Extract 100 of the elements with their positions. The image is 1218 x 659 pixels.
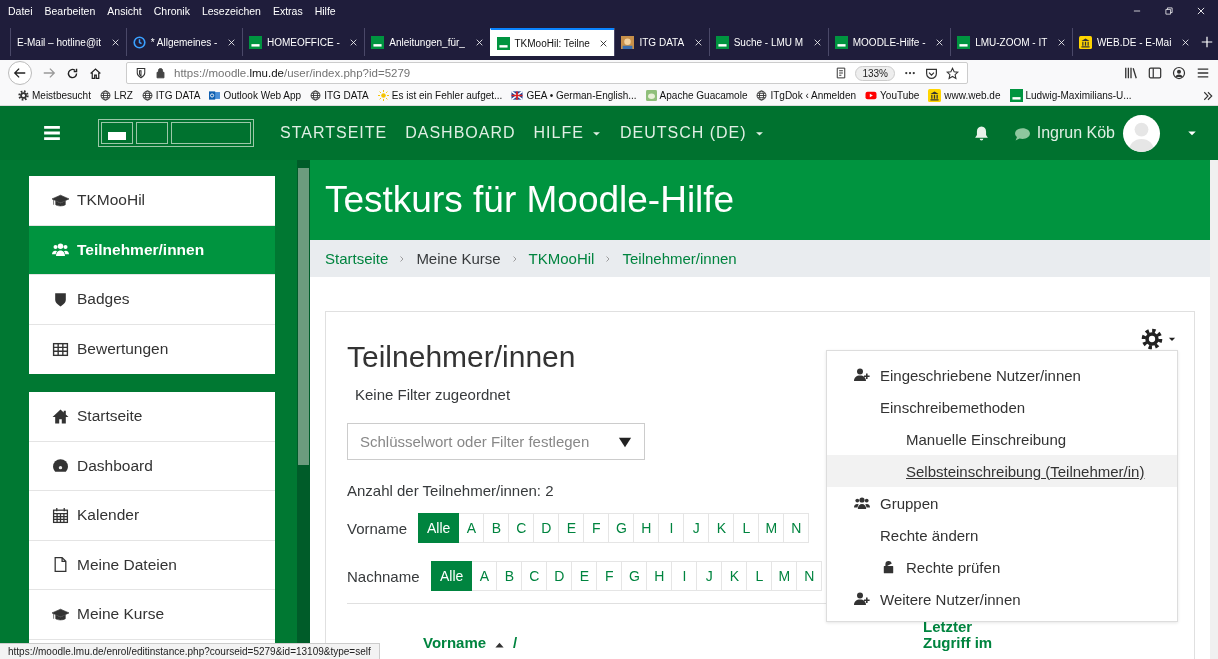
initial-button[interactable]: H — [647, 561, 673, 591]
actions-menu-button[interactable] — [1141, 328, 1177, 350]
sidebar-item[interactable]: Badges — [29, 275, 275, 325]
sort-arrow-icon[interactable] — [494, 640, 506, 651]
initial-button[interactable]: M — [772, 561, 798, 591]
browser-tab[interactable]: ITG DATA — [614, 28, 709, 56]
menu-item[interactable]: Gruppen — [827, 487, 1177, 519]
sidebar-item[interactable]: Teilnehmer/innen — [29, 225, 275, 275]
menu-item[interactable]: Extras — [270, 5, 305, 17]
menu-item[interactable]: Chronik — [151, 5, 192, 17]
initial-button[interactable]: N — [797, 561, 823, 591]
close-icon[interactable] — [812, 37, 822, 47]
initial-button[interactable]: I — [659, 513, 685, 543]
menu-item[interactable]: Lesezeichen — [199, 5, 263, 17]
nav-link[interactable]: HILFE — [533, 124, 602, 142]
bookmark[interactable]: ITG DATA — [310, 90, 369, 101]
bookmark[interactable]: Es ist ein Fehler aufget... — [377, 90, 503, 101]
initial-button[interactable]: B — [484, 513, 510, 543]
home-icon[interactable] — [89, 66, 102, 80]
menu-item[interactable]: Selbsteinschreibung (Teilnehmer/in) — [827, 455, 1177, 487]
user-name[interactable]: Ingrun Köb — [1036, 124, 1115, 142]
initial-button[interactable]: L — [734, 513, 760, 543]
initial-button[interactable]: B — [497, 561, 523, 591]
sidebar-item[interactable]: Bewertungen — [29, 324, 275, 374]
initial-button[interactable]: Alle — [431, 561, 473, 591]
user-avatar[interactable] — [1123, 114, 1160, 152]
menu-item[interactable]: Rechte prüfen — [827, 551, 1177, 583]
column-header[interactable]: Vorname — [423, 635, 487, 651]
menu-icon[interactable] — [1196, 66, 1210, 80]
menu-item[interactable]: Hilfe — [312, 5, 338, 17]
initial-button[interactable]: G — [609, 513, 635, 543]
browser-tab[interactable]: MOODLE-Hilfe - — [827, 28, 951, 56]
bookmark[interactable]: LRZ — [99, 90, 133, 101]
bookmark[interactable]: Meistbesucht — [18, 90, 91, 101]
sidebar-item[interactable]: Meine Kurse — [29, 590, 275, 640]
scrollbar-thumb[interactable] — [298, 168, 309, 465]
zoom-level[interactable]: 133% — [855, 65, 895, 81]
more-bookmarks-icon[interactable] — [1202, 89, 1214, 102]
initial-button[interactable]: D — [547, 561, 573, 591]
new-tab-icon[interactable] — [1200, 36, 1213, 48]
column-header[interactable]: Letzter Zugriff im — [923, 619, 1003, 651]
menu-item[interactable]: Eingeschriebene Nutzer/innen — [827, 359, 1177, 391]
back-button[interactable] — [8, 61, 32, 85]
browser-tab[interactable]: * Allgemeines - — [125, 28, 242, 56]
browser-tab[interactable]: Anleitungen_für_ — [364, 28, 490, 56]
account-icon[interactable] — [1172, 66, 1186, 80]
browser-tab[interactable]: Suche - LMU M — [708, 28, 828, 56]
browser-tab[interactable]: E-Mail – hotline@it — [10, 28, 126, 56]
sidebar-item[interactable]: TKMooHil — [29, 176, 275, 226]
browser-tab[interactable]: WEB.DE - E-Mai — [1071, 28, 1196, 56]
browser-tab[interactable]: LMU-ZOOM - IT — [950, 28, 1072, 56]
sidebar-item[interactable]: Startseite — [29, 392, 275, 442]
close-icon[interactable] — [226, 37, 236, 47]
initial-button[interactable]: K — [709, 513, 735, 543]
pocket-icon[interactable] — [925, 66, 938, 80]
bell-icon[interactable] — [972, 124, 990, 142]
bookmark[interactable]: ITgDok ‹ Anmelden — [756, 90, 857, 101]
initial-button[interactable]: A — [459, 513, 485, 543]
menu-item[interactable]: Ansicht — [105, 5, 144, 17]
browser-tab[interactable]: HOMEOFFICE - — [241, 28, 365, 56]
reload-icon[interactable] — [66, 66, 79, 80]
close-icon[interactable] — [693, 37, 703, 47]
menu-item[interactable]: Bearbeiten — [42, 5, 98, 17]
reader-view-icon[interactable] — [835, 67, 848, 79]
bookmark[interactable]: Outlook Web App — [209, 90, 302, 101]
nav-link[interactable]: DASHBOARD — [405, 124, 516, 142]
bookmark[interactable]: Ludwig-Maximilians-U... — [1009, 89, 1132, 102]
initial-button[interactable]: E — [572, 561, 598, 591]
bookmark[interactable]: YouTube — [865, 90, 920, 101]
library-icon[interactable] — [1124, 66, 1138, 80]
initial-button[interactable]: F — [584, 513, 610, 543]
initial-button[interactable]: M — [759, 513, 785, 543]
star-icon[interactable] — [946, 66, 959, 80]
close-icon[interactable] — [599, 38, 609, 48]
sidebar-item[interactable]: Dashboard — [29, 441, 275, 491]
initial-button[interactable]: N — [784, 513, 810, 543]
initial-button[interactable]: C — [509, 513, 535, 543]
initial-button[interactable]: L — [747, 561, 773, 591]
sidebar-icon[interactable] — [1148, 66, 1162, 80]
initial-button[interactable]: G — [622, 561, 648, 591]
initial-button[interactable]: F — [597, 561, 623, 591]
initial-button[interactable]: C — [522, 561, 548, 591]
sidebar-item[interactable]: Kalender — [29, 491, 275, 541]
close-icon[interactable] — [1180, 37, 1190, 47]
initial-button[interactable]: J — [684, 513, 710, 543]
platform-logo[interactable] — [98, 119, 254, 147]
bookmark[interactable]: Apache Guacamole — [645, 90, 748, 101]
close-icon[interactable] — [935, 37, 945, 47]
menu-icon[interactable] — [42, 124, 62, 142]
sidebar-item[interactable]: Meine Dateien — [29, 540, 275, 590]
close-icon[interactable] — [1056, 37, 1066, 47]
filter-dropdown[interactable]: Schlüsselwort oder Filter festlegen — [347, 423, 645, 460]
initial-button[interactable]: H — [634, 513, 660, 543]
nav-link[interactable]: STARTSEITE — [280, 124, 388, 142]
breadcrumb-link[interactable]: TKMooHil — [528, 250, 595, 267]
initial-button[interactable]: D — [534, 513, 560, 543]
search-input[interactable]: Schlüsselwort oder Filter festlegen — [360, 433, 608, 450]
menu-item[interactable]: Einschreibemethoden — [827, 391, 1177, 423]
initial-button[interactable]: Alle — [418, 513, 460, 543]
restore-icon[interactable] — [1164, 6, 1174, 16]
